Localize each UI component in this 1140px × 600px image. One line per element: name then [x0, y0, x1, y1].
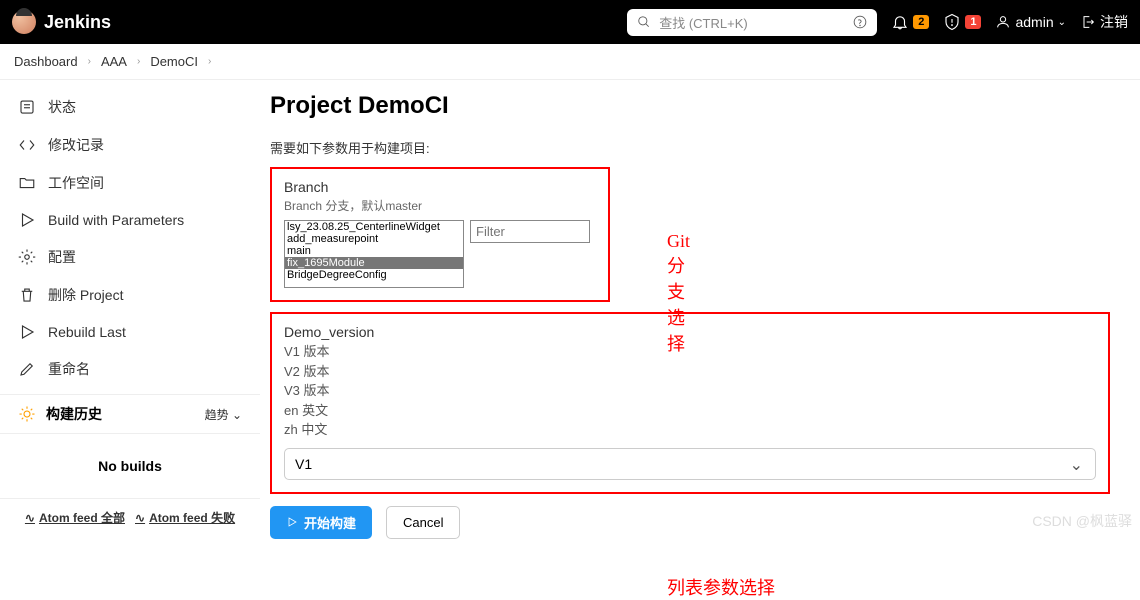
warnings-button[interactable]: 1 — [943, 13, 981, 31]
sidebar-item-label: Rebuild Last — [48, 324, 126, 340]
branch-option[interactable]: add_measurepoint — [285, 233, 463, 245]
sidebar-item-label: 工作空间 — [48, 173, 104, 193]
cancel-button[interactable]: Cancel — [386, 506, 460, 539]
sidebar-item-label: 修改记录 — [48, 135, 104, 155]
sidebar-item-rename[interactable]: 重命名 — [0, 350, 260, 388]
page-title: Project DemoCI — [270, 92, 1134, 120]
branch-select[interactable]: lsy_23.08.25_CenterlineWidget add_measur… — [284, 220, 464, 288]
logo-area[interactable]: Jenkins — [12, 10, 111, 34]
search-placeholder: 查找 (CTRL+K) — [659, 13, 845, 32]
notifications-button[interactable]: 2 — [891, 13, 929, 31]
user-icon — [995, 14, 1011, 30]
top-header: Jenkins 查找 (CTRL+K) 2 1 admin ⌄ 注销 — [0, 0, 1140, 44]
sidebar-item-rebuild[interactable]: Rebuild Last — [0, 314, 260, 350]
demo-version-section: Demo_version V1 版本 V2 版本 V3 版本 en 英文 zh … — [270, 312, 1110, 494]
trend-link[interactable]: 趋势 ⌄ — [205, 406, 242, 423]
no-builds-message: No builds — [0, 434, 260, 499]
search-icon — [637, 15, 651, 29]
version-select[interactable]: V1 — [284, 448, 1096, 480]
user-menu[interactable]: admin ⌄ — [995, 14, 1066, 30]
list-item: V3 版本 — [284, 381, 1096, 401]
action-buttons: 开始构建 Cancel — [270, 506, 1134, 539]
atom-feed-all[interactable]: ∿Atom feed 全部 — [25, 509, 125, 526]
branch-desc: Branch 分支，默认master — [284, 197, 596, 214]
branch-option[interactable]: fix_1695Module — [285, 257, 463, 269]
build-history-header[interactable]: 构建历史 趋势 ⌄ — [0, 394, 260, 434]
watermark: CSDN @枫蓝驿 — [1032, 511, 1132, 531]
notif-badge: 2 — [913, 15, 929, 29]
build-button[interactable]: 开始构建 — [270, 506, 372, 539]
params-description: 需要如下参数用于构建项目: — [270, 138, 1134, 157]
version-selected: V1 — [295, 456, 312, 472]
sidebar-item-workspace[interactable]: 工作空间 — [0, 164, 260, 202]
sidebar-item-label: 配置 — [48, 247, 76, 267]
chevron-down-icon: ⌄ — [232, 408, 242, 422]
logout-button[interactable]: 注销 — [1080, 12, 1128, 32]
bell-icon — [891, 13, 909, 31]
sidebar: 状态 修改记录 工作空间 Build with Parameters 配置 删除… — [0, 80, 260, 551]
rss-icon: ∿ — [25, 511, 35, 525]
play-icon — [18, 323, 36, 341]
chevron-right-icon: › — [88, 56, 91, 67]
help-icon[interactable] — [853, 15, 867, 29]
annotation-list: 列表参数选择 — [667, 574, 775, 600]
branch-option[interactable]: BridgeDegreeConfig — [285, 269, 463, 281]
rss-icon: ∿ — [135, 511, 145, 525]
list-item: zh 中文 — [284, 420, 1096, 440]
breadcrumb-item[interactable]: Dashboard — [14, 54, 78, 69]
sidebar-item-changes[interactable]: 修改记录 — [0, 126, 260, 164]
sidebar-item-label: 重命名 — [48, 359, 90, 379]
folder-icon — [18, 174, 36, 192]
user-label: admin — [1015, 14, 1053, 30]
demo-version-label: Demo_version — [284, 324, 1096, 340]
pencil-icon — [18, 360, 36, 378]
chevron-right-icon: › — [208, 56, 211, 67]
demo-version-options: V1 版本 V2 版本 V3 版本 en 英文 zh 中文 — [284, 342, 1096, 440]
chevron-down-icon: ⌄ — [1058, 17, 1066, 28]
gear-icon — [18, 248, 36, 266]
code-icon — [18, 136, 36, 154]
search-input[interactable]: 查找 (CTRL+K) — [627, 9, 877, 36]
atom-feed-fail[interactable]: ∿Atom feed 失败 — [135, 509, 235, 526]
list-item: V1 版本 — [284, 342, 1096, 362]
sidebar-item-delete[interactable]: 删除 Project — [0, 276, 260, 314]
sidebar-item-status[interactable]: 状态 — [0, 88, 260, 126]
list-item: en 英文 — [284, 401, 1096, 421]
list-item: V2 版本 — [284, 362, 1096, 382]
feed-links: ∿Atom feed 全部 ∿Atom feed 失败 — [0, 499, 260, 536]
play-icon — [286, 516, 298, 528]
logout-label: 注销 — [1100, 12, 1128, 32]
breadcrumb-item[interactable]: DemoCI — [150, 54, 198, 69]
header-icons: 2 1 admin ⌄ 注销 — [891, 12, 1128, 32]
branch-filter-input[interactable] — [470, 220, 590, 243]
branch-option[interactable]: lsy_23.08.25_CenterlineWidget — [285, 221, 463, 233]
jenkins-logo-icon — [12, 10, 36, 34]
sidebar-item-build-params[interactable]: Build with Parameters — [0, 202, 260, 238]
logout-icon — [1080, 14, 1096, 30]
chevron-right-icon: › — [137, 56, 140, 67]
breadcrumb-item[interactable]: AAA — [101, 54, 127, 69]
status-icon — [18, 98, 36, 116]
branch-param-section: Branch Branch 分支，默认master lsy_23.08.25_C… — [270, 167, 610, 302]
trash-icon — [18, 286, 36, 304]
branch-label: Branch — [284, 179, 596, 195]
play-icon — [18, 211, 36, 229]
warn-badge: 1 — [965, 15, 981, 29]
branch-option[interactable]: main — [285, 245, 463, 257]
breadcrumb: Dashboard › AAA › DemoCI › — [0, 44, 1140, 80]
brand-text: Jenkins — [44, 12, 111, 33]
sun-icon — [18, 405, 36, 423]
shield-icon — [943, 13, 961, 31]
sidebar-item-configure[interactable]: 配置 — [0, 238, 260, 276]
main-content: Project DemoCI 需要如下参数用于构建项目: Branch Bran… — [260, 80, 1140, 551]
sidebar-item-label: Build with Parameters — [48, 212, 184, 228]
sidebar-item-label: 状态 — [48, 97, 76, 117]
history-label: 构建历史 — [46, 404, 102, 424]
sidebar-item-label: 删除 Project — [48, 285, 123, 305]
